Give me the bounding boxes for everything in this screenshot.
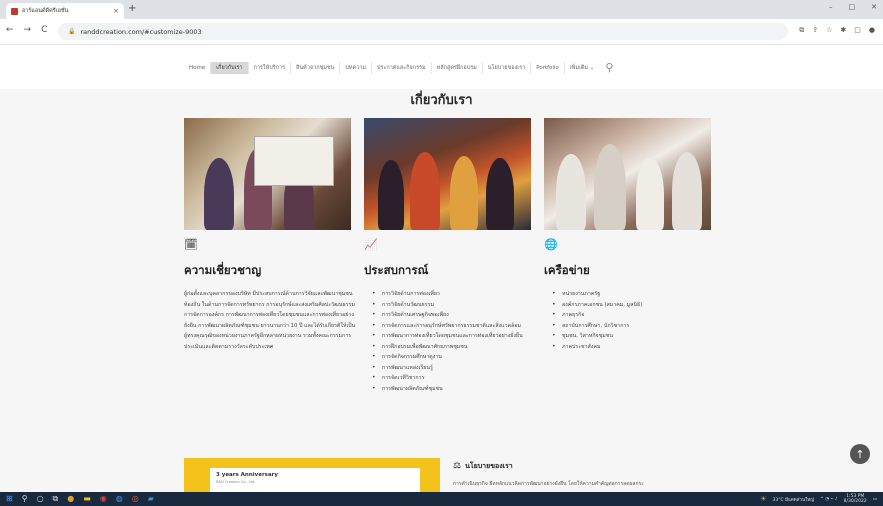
calendar-check-icon: 🗓 — [184, 238, 198, 251]
taskbar-apps: ⊞ ⚲ ○ ⧉ ● ▬ ◉ ◍ ◎ ▰ — [0, 494, 154, 504]
extension-icon[interactable]: ⧉ — [799, 26, 804, 35]
list-item: การจัดกิจกรรมศึกษาดูงาน — [372, 352, 539, 363]
chrome-icon[interactable]: ◍ — [116, 494, 123, 504]
url-text: randdcreation.com/#customize-9003 — [80, 27, 202, 36]
address-bar: ← → C 🔒 randdcreation.com/#customize-900… — [0, 19, 883, 45]
puzzle-icon[interactable]: ✱ — [840, 26, 846, 35]
list-item: การวิจัยด้านเศรษฐกิจพอเพียง — [372, 310, 539, 321]
list-item: ภาคธุรกิจ — [552, 310, 719, 321]
page-title: เกี่ยวกับเรา — [410, 93, 473, 108]
section-experience: 📈 ประสบการณ์ การวิจัยด้านการท่องเที่ยว ก… — [364, 238, 539, 394]
toolbar-icons: ⧉ ⇪ ☆ ✱ ▢ ● — [799, 26, 875, 35]
experience-list: การวิจัยด้านการท่องเที่ยว การวิจัยด้านวั… — [364, 289, 539, 394]
globe-icon: 🌐 — [544, 238, 558, 251]
main-menu: Home เกี่ยวกับเรา การให้บริการ สินค้าจาก… — [184, 62, 613, 74]
policy-heading: ⚖ นโยบายของเรา — [453, 461, 513, 472]
list-item: การวิจัยด้านวัฒนธรรม — [372, 300, 539, 311]
weather-text: 33°C มีแดดส่วนใหญ่ — [772, 497, 815, 503]
browser-tab[interactable]: อาร์แอนด์ดีครีเอชั่น × — [6, 3, 124, 19]
app-icon[interactable]: ▰ — [148, 494, 154, 504]
menu-item-services[interactable]: การให้บริการ — [249, 62, 292, 74]
tray-icons[interactable]: ^ ◔ ⌁ ♪ — [820, 497, 838, 502]
menu-item-policy[interactable]: นโยบายของเรา — [483, 62, 532, 74]
photo-workshop — [184, 118, 351, 230]
app-icon[interactable]: ◉ — [100, 494, 107, 504]
tab-title: อาร์แอนด์ดีครีเอชั่น — [22, 8, 69, 14]
scale-icon: ⚖ — [453, 461, 462, 471]
section-network: 🌐 เครือข่าย หน่วยงานภาครัฐ องค์กรภาคเอกช… — [544, 238, 719, 352]
anniversary-title: 3 years Anniversary — [216, 472, 278, 478]
lock-icon: 🔒 — [68, 28, 76, 35]
list-item: การพัฒนาผลิตภัณฑ์ชุมชน — [372, 384, 539, 395]
section-title: ประสบการณ์ — [364, 263, 429, 277]
section-title: ความเชี่ยวชาญ — [184, 263, 262, 277]
menu-item-portfolio[interactable]: Portfolio — [531, 62, 565, 74]
app-icon[interactable]: ● — [67, 494, 74, 504]
list-item: สถาบันการศึกษา, นักวิชาการ — [552, 321, 719, 332]
clock[interactable]: 1:53 PM 8/30/2022 — [844, 494, 867, 504]
list-item: องค์กรภาคเอกชน (สมาคม, มูลนิธิ) — [552, 300, 719, 311]
list-item: การฝึกอบรมเพื่อพัฒนาศักยภาพชุมชน — [372, 342, 539, 353]
new-tab-button[interactable]: + — [128, 3, 136, 15]
nav-buttons: ← → C — [6, 25, 47, 35]
scroll-to-top-button[interactable]: ↑ — [850, 444, 870, 464]
sidebar-icon[interactable]: ▢ — [854, 26, 861, 35]
cortana-icon[interactable]: ○ — [37, 494, 44, 504]
anniversary-banner: 3 years Anniversary R&D Creation Co., Lt… — [184, 458, 440, 492]
search-icon[interactable]: ⚲ — [22, 494, 28, 504]
section-expertise: 🗓 ความเชี่ยวชาญ ผู้ก่อตั้งและบุคลากรของบ… — [184, 238, 359, 352]
policy-title: นโยบายของเรา — [465, 462, 513, 470]
forward-icon[interactable]: → — [24, 25, 32, 35]
menu-item-more[interactable]: เพิ่มเติม ⌄ — [565, 62, 600, 74]
list-item: การจัดการและการอนุรักษ์ทรัพยากรธรรมชาติแ… — [372, 321, 539, 332]
section-text: ผู้ก่อตั้งและบุคลากรของบริษัท มีประสบการ… — [184, 291, 356, 350]
date: 8/30/2022 — [843, 499, 867, 504]
system-tray: ☀ 33°C มีแดดส่วนใหญ่ ^ ◔ ⌁ ♪ 1:53 PM 8/3… — [760, 494, 883, 504]
window-controls: – □ ✕ — [829, 3, 877, 11]
menu-item-products[interactable]: สินค้าจากชุมชน — [291, 62, 341, 74]
list-item: ชุมชน, วิสาหกิจชุมชน — [552, 331, 719, 342]
menu-item-articles[interactable]: บทความ — [340, 62, 373, 74]
close-tab-icon[interactable]: × — [113, 7, 119, 15]
photo-children — [364, 118, 531, 230]
app-window: อาร์แอนด์ดีครีเอชั่น × + – □ ✕ ← → C 🔒 r… — [0, 0, 883, 506]
taskbar: ⊞ ⚲ ○ ⧉ ● ▬ ◉ ◍ ◎ ▰ ☀ 33°C มีแดดส่วนใหญ่… — [0, 492, 883, 506]
chart-line-icon: 📈 — [364, 238, 378, 251]
file-explorer-icon[interactable]: ▬ — [83, 494, 91, 504]
list-item: การวิจัยด้านการท่องเที่ยว — [372, 289, 539, 300]
back-icon[interactable]: ← — [6, 25, 14, 35]
url-field[interactable]: 🔒 randdcreation.com/#customize-9003 — [58, 23, 788, 40]
notification-icon[interactable]: ▭ — [873, 497, 877, 502]
list-item: ภาคประชาสังคม — [552, 342, 719, 353]
section-title: เครือข่าย — [544, 263, 590, 277]
browser-tab-bar: อาร์แอนด์ดีครีเอชั่น × + – □ ✕ — [0, 0, 883, 19]
weather-icon: ☀ — [760, 495, 767, 503]
anniversary-card: 3 years Anniversary R&D Creation Co., Lt… — [210, 468, 420, 492]
app-icon[interactable]: ◎ — [132, 494, 139, 504]
maximize-icon[interactable]: □ — [849, 3, 856, 11]
menu-item-home[interactable]: Home — [184, 62, 212, 74]
menu-item-courses[interactable]: หลักสูตรฝึกอบรม — [432, 62, 483, 74]
windows-start-icon[interactable]: ⊞ — [6, 494, 13, 504]
search-icon[interactable]: ⚲ — [605, 62, 613, 73]
list-item: หน่วยงานภาครัฐ — [552, 289, 719, 300]
favicon-icon — [11, 7, 18, 15]
reload-icon[interactable]: C — [41, 25, 47, 35]
site-header: Home เกี่ยวกับเรา การให้บริการ สินค้าจาก… — [0, 45, 883, 89]
minimize-icon[interactable]: – — [829, 3, 833, 11]
policy-text: การดำเนินธุรกิจ ยึดหลักแนวคิดการพัฒนาอย่… — [453, 481, 644, 487]
share-icon[interactable]: ⇪ — [812, 26, 818, 35]
menu-item-news[interactable]: ประกาศและกิจกรรม — [372, 62, 432, 74]
menu-item-about[interactable]: เกี่ยวกับเรา — [211, 62, 249, 74]
anniversary-subtitle: R&D Creation Co., Ltd. — [216, 480, 256, 484]
task-view-icon[interactable]: ⧉ — [53, 494, 59, 504]
list-item: การพัฒนาการท่องเที่ยวโดยชุมชนและการท่องเ… — [372, 331, 539, 342]
list-item: การจัดเวทีวิชาการ — [372, 373, 539, 384]
close-window-icon[interactable]: ✕ — [871, 3, 877, 11]
photo-villagers — [544, 118, 711, 230]
list-item: การพัฒนาแหล่งเรียนรู้ — [372, 363, 539, 374]
star-icon[interactable]: ☆ — [826, 26, 832, 35]
network-list: หน่วยงานภาครัฐ องค์กรภาคเอกชน (สมาคม, มู… — [544, 289, 719, 352]
profile-icon[interactable]: ● — [869, 26, 875, 35]
